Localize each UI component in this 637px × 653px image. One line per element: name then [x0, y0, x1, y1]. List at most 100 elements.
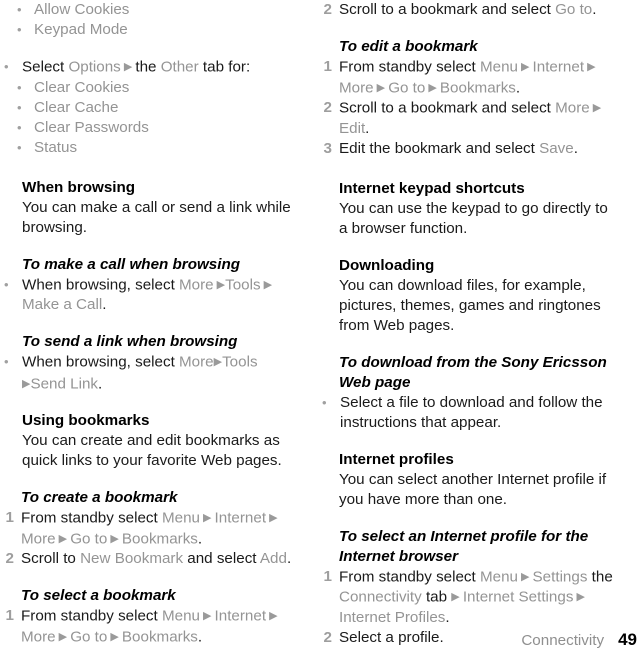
- ui-reference: Bookmarks: [121, 628, 198, 645]
- list-item: • When browsing, select More▶Tools ▶Send…: [0, 352, 300, 394]
- step-text: .: [445, 608, 450, 626]
- numbered-step: 1 From standby select Menu ▶ Internet ▶ …: [0, 508, 300, 549]
- arrow-icon: ▶: [107, 532, 122, 545]
- step-text: tab: [421, 588, 452, 606]
- arrow-icon: ▶: [573, 591, 585, 603]
- bullet-icon: •: [17, 22, 22, 37]
- procedure-heading: To select a bookmark: [21, 587, 176, 604]
- step-number: 1: [323, 567, 332, 585]
- ui-reference: Add: [259, 550, 287, 567]
- bullet-icon: •: [322, 394, 327, 410]
- ui-reference: Allow Cookies: [34, 1, 130, 18]
- arrow-icon: ▶: [266, 610, 278, 622]
- procedure-heading: To create a bookmark: [21, 489, 178, 506]
- left-column: • Allow Cookies • Keypad Mode • Select O…: [0, 0, 300, 647]
- step-number: 3: [323, 139, 332, 157]
- bullet-icon: •: [17, 99, 22, 115]
- section-heading: Using bookmarks: [22, 412, 150, 429]
- section-body: You can create and edit bookmarks as qui…: [22, 432, 282, 469]
- bullet-icon: •: [4, 276, 9, 292]
- ui-reference: More: [21, 628, 56, 645]
- section-body: You can select another Internet profile …: [339, 470, 607, 508]
- bullet-icon: •: [17, 139, 22, 155]
- step-text: Scroll to a bookmark and select: [339, 1, 556, 18]
- step-text: .: [286, 550, 292, 567]
- arrow-icon: ▶: [373, 81, 389, 94]
- step-text: .: [197, 530, 203, 547]
- list-item: • Allow Cookies: [0, 0, 300, 20]
- numbered-step: 3 Edit the bookmark and select Save.: [318, 139, 618, 159]
- ui-reference: Save: [539, 139, 574, 157]
- step-text: From standby select: [21, 607, 162, 625]
- numbered-step: 1 From standby select Menu ▶ Internet ▶ …: [0, 606, 300, 647]
- ui-reference: Internet Settings: [462, 588, 574, 606]
- step-text: From standby select: [339, 58, 480, 76]
- ui-reference: Bookmarks: [439, 79, 516, 96]
- arrow-icon: ▶: [517, 570, 533, 583]
- procedure-heading: To download from the Sony Ericsson Web p…: [339, 353, 607, 391]
- section-heading: Internet profiles: [339, 450, 454, 468]
- step-text: Select: [22, 58, 69, 76]
- ui-reference: More: [555, 99, 590, 117]
- ui-reference: Tools: [225, 276, 261, 293]
- ui-reference: Menu: [479, 568, 518, 585]
- step-text: Select a file to download and follow the…: [340, 393, 603, 431]
- arrow-icon: ▶: [266, 512, 278, 524]
- step-text: Scroll to a bookmark and select: [339, 99, 556, 117]
- section-heading: When browsing: [22, 178, 136, 196]
- list-item: • Status: [0, 138, 300, 158]
- step-text: When browsing, select: [22, 353, 180, 371]
- arrow-icon: ▶: [107, 630, 122, 643]
- arrow-icon: ▶: [584, 61, 596, 73]
- step-number: 1: [323, 58, 332, 75]
- bullet-icon: •: [17, 119, 22, 135]
- procedure-heading: To make a call when browsing: [22, 255, 241, 273]
- ui-reference: New Bookmark: [80, 550, 184, 567]
- step-text: From standby select: [339, 568, 480, 585]
- arrow-icon: ▶: [199, 610, 215, 622]
- step-text: Scroll to: [21, 550, 81, 567]
- arrow-icon: ▶: [517, 61, 533, 73]
- step-text: From standby select: [21, 509, 162, 527]
- list-item: • Clear Cookies: [0, 78, 300, 98]
- section-body: You can make a call or send a link while…: [22, 198, 291, 236]
- step-number: 2: [5, 550, 14, 567]
- procedure-heading: To select an Internet profile for the In…: [339, 527, 589, 565]
- ui-reference: Internet: [214, 607, 267, 625]
- bullet-icon: •: [17, 79, 22, 95]
- ui-reference: Other: [160, 58, 199, 76]
- ui-reference: Make a Call: [22, 296, 103, 313]
- ui-reference: Go to: [555, 1, 593, 18]
- ui-reference: Edit: [339, 119, 366, 137]
- section-body: You can use the keypad to go directly to…: [339, 199, 608, 237]
- ui-reference: Internet: [214, 509, 267, 527]
- bullet-icon: •: [4, 59, 9, 74]
- step-text: the: [587, 568, 613, 585]
- ui-reference: Menu: [161, 509, 200, 527]
- arrow-icon: ▶: [55, 630, 71, 643]
- step-number: 2: [323, 99, 332, 116]
- arrow-icon: ▶: [213, 356, 223, 368]
- procedure-heading: To edit a bookmark: [339, 38, 478, 55]
- ui-reference: Send Link: [30, 375, 99, 392]
- ui-reference: Clear Cookies: [34, 78, 130, 96]
- arrow-icon: ▶: [425, 81, 440, 94]
- ui-reference: Menu: [161, 607, 200, 625]
- bullet-icon: •: [4, 354, 9, 369]
- ui-reference: Bookmarks: [121, 530, 198, 547]
- step-text: .: [573, 139, 578, 157]
- ui-reference: Keypad Mode: [34, 21, 128, 38]
- arrow-icon: ▶: [260, 278, 273, 291]
- arrow-icon: ▶: [55, 532, 71, 545]
- arrow-icon: ▶: [451, 591, 463, 603]
- manual-page: • Allow Cookies • Keypad Mode • Select O…: [0, 0, 637, 653]
